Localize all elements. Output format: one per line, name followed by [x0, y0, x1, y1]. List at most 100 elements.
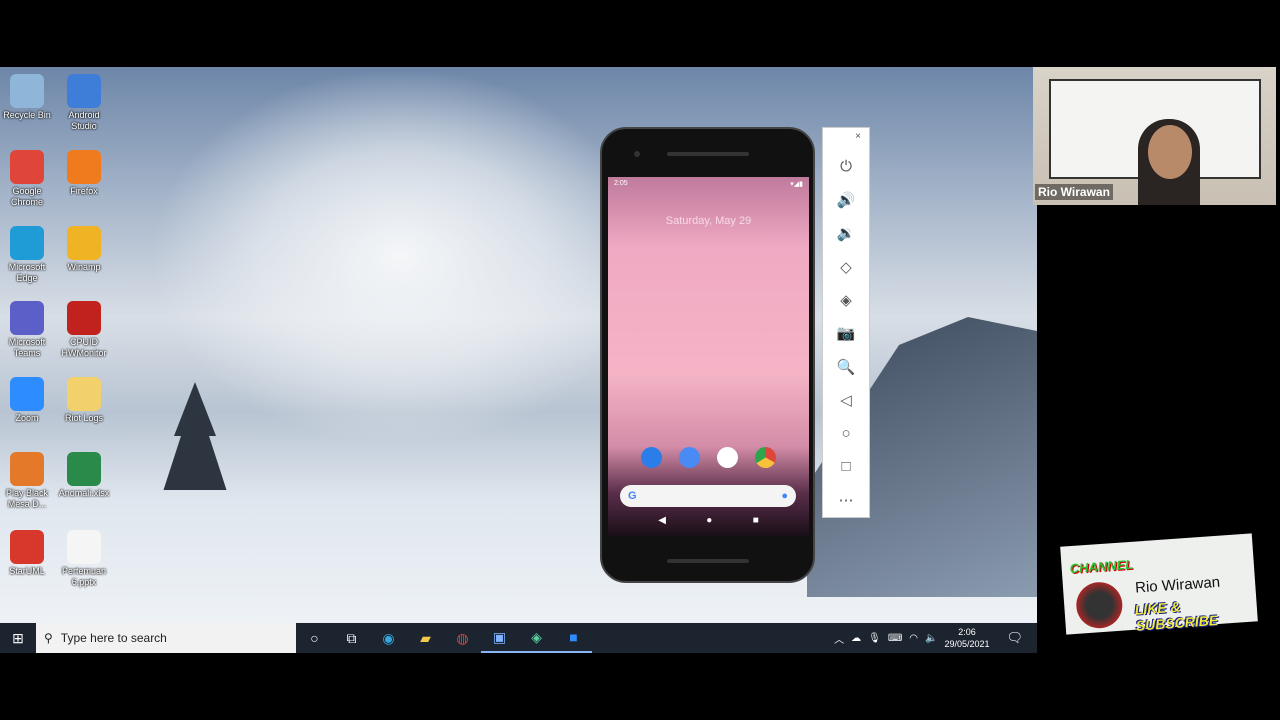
back-button[interactable]: ◀ [658, 515, 666, 526]
camera-icon [634, 151, 640, 157]
desktop-icon-label: Android Studio [68, 110, 100, 131]
app-icon [67, 377, 101, 411]
taskbar-search[interactable]: ⚲ Type here to search [36, 623, 296, 653]
task-view-button[interactable]: ⧉ [333, 623, 370, 653]
google-logo: G [628, 490, 637, 502]
volume-down-icon[interactable]: 🔉 [823, 217, 869, 250]
camera-screenshot-icon[interactable]: 📷 [823, 317, 869, 350]
subscribe-cta: LIKE & SUBSCRIBE [1134, 598, 1219, 634]
channel-tag: CHANNEL [1069, 556, 1134, 577]
taskbar-edge[interactable]: ◉ [370, 623, 407, 653]
webcam-name: Rio Wirawan [1035, 184, 1113, 200]
onedrive-icon[interactable]: ☁ [851, 633, 861, 644]
desktop-icon[interactable]: Microsoft Teams [0, 301, 56, 359]
home-icon[interactable]: ○ [823, 417, 869, 450]
microphone-icon[interactable]: 🎙 [868, 633, 881, 644]
assistant-icon[interactable]: ● [781, 490, 788, 502]
windows-icon: ⊞ [12, 629, 24, 646]
power-icon[interactable]: ⏻ [823, 150, 869, 183]
clock-time: 2:06 [958, 627, 976, 637]
channel-avatar [1074, 580, 1124, 630]
desktop-icon-label: StarUML [9, 566, 45, 576]
notifications-icon[interactable]: 🗨 [1006, 630, 1023, 646]
channel-card: CHANNEL Rio Wirawan LIKE & SUBSCRIBE [1060, 533, 1258, 635]
wifi-icon[interactable]: ◠ [909, 633, 918, 644]
emulator-toolbar: × ⏻ 🔊 🔉 ◇ ◈ 📷 🔍 ◁ ○ □ ⋯ [822, 127, 870, 518]
rotate-right-icon[interactable]: ◈ [823, 283, 869, 316]
desktop-icon-label: Microsoft Edge [8, 262, 46, 283]
desktop-icon[interactable]: Play Black Mesa D... [0, 452, 56, 510]
back-icon[interactable]: ◁ [823, 384, 869, 417]
desktop-icon[interactable]: Recycle Bin [0, 74, 56, 121]
search-icon: ⚲ [44, 631, 53, 645]
cortana-button[interactable]: ○ [296, 623, 333, 653]
chrome-app-icon[interactable] [755, 447, 776, 468]
phone-app-icon[interactable] [641, 447, 662, 468]
desktop-icon-label: CPUID HWMonitor [61, 337, 107, 358]
volume-icon[interactable]: 🔈 [925, 633, 937, 644]
desktop-icon[interactable]: Google Chrome [0, 150, 56, 208]
app-icon [10, 301, 44, 335]
play-store-icon[interactable] [717, 447, 738, 468]
desktop-icon-label: Zoom [15, 413, 39, 423]
app-icon [10, 150, 44, 184]
webcam-overlay: Rio Wirawan [1033, 67, 1276, 205]
desktop-icon[interactable]: Riot Logs [55, 377, 113, 424]
search-placeholder: Type here to search [60, 631, 167, 645]
taskbar-chrome[interactable]: ◍ [444, 623, 481, 653]
desktop-icon[interactable]: Microsoft Edge [0, 226, 56, 284]
close-icon[interactable]: × [855, 131, 861, 142]
app-icon [67, 226, 101, 260]
app-icon [67, 150, 101, 184]
status-bar: 2:05 ▾◢▮ [608, 177, 809, 191]
phone-speaker [667, 152, 749, 156]
desktop-icon[interactable]: Zoom [0, 377, 56, 424]
app-icon [67, 301, 101, 335]
desktop-icon[interactable]: Android Studio [55, 74, 113, 132]
app-icon [67, 452, 101, 486]
presenter-face [1148, 125, 1192, 179]
clock[interactable]: 2:06 29/05/2021 [944, 626, 989, 650]
desktop-icon[interactable]: Winamp [55, 226, 113, 273]
desktop-icon-label: Riot Logs [64, 413, 104, 423]
volume-up-icon[interactable]: 🔊 [823, 183, 869, 216]
overview-icon[interactable]: □ [823, 450, 869, 483]
taskbar-file-explorer[interactable]: ▰ [407, 623, 444, 653]
zoom-icon[interactable]: 🔍 [823, 350, 869, 383]
taskbar-zoom[interactable]: ■ [555, 623, 592, 653]
taskbar-emulator[interactable]: ◈ [518, 623, 555, 653]
google-search-bar[interactable]: G ● [620, 485, 796, 507]
app-icon [67, 530, 101, 564]
desktop-icon-label: Recycle Bin [3, 110, 51, 120]
phone-screen[interactable]: 2:05 ▾◢▮ Saturday, May 29 G ● ◀ ● ■ [608, 177, 809, 536]
taskbar: ⊞ ⚲ Type here to search ○ ⧉ ◉ ▰ ◍ ▣ ◈ ■ ︿… [0, 623, 1037, 653]
clock-date: 29/05/2021 [944, 639, 990, 649]
recents-button[interactable]: ■ [753, 515, 759, 526]
taskbar-android-studio[interactable]: ▣ [481, 623, 518, 653]
desktop-icon[interactable]: StarUML [0, 530, 56, 577]
start-button[interactable]: ⊞ [0, 623, 36, 653]
app-icon [10, 452, 44, 486]
app-dock [608, 447, 809, 468]
chevron-up-icon[interactable]: ︿ [834, 631, 844, 646]
app-icon [10, 530, 44, 564]
keyboard-icon[interactable]: ⌨ [888, 633, 902, 644]
status-time: 2:05 [614, 180, 628, 187]
signal-battery-icons: ▾◢▮ [790, 181, 803, 188]
desktop-icon-label: Play Black Mesa D... [5, 488, 49, 509]
desktop-icon[interactable]: Firefox [55, 150, 113, 197]
wallpaper-glow [150, 67, 650, 447]
desktop-icon[interactable]: Pertemuan 6.pptx [55, 530, 113, 588]
desktop-icon-label: Anomali.xlsx [58, 488, 110, 498]
nav-bar: ◀ ● ■ [608, 515, 809, 526]
home-button[interactable]: ● [706, 515, 712, 526]
desktop-icon[interactable]: Anomali.xlsx [55, 452, 113, 499]
desktop-icon[interactable]: CPUID HWMonitor [55, 301, 113, 359]
more-icon[interactable]: ⋯ [823, 484, 869, 517]
messages-app-icon[interactable] [679, 447, 700, 468]
app-icon [10, 377, 44, 411]
rotate-left-icon[interactable]: ◇ [823, 250, 869, 283]
desktop-icon-label: Pertemuan 6.pptx [61, 566, 107, 587]
phone-bottom-speaker [667, 559, 749, 563]
desktop-icon-label: Firefox [70, 186, 98, 196]
